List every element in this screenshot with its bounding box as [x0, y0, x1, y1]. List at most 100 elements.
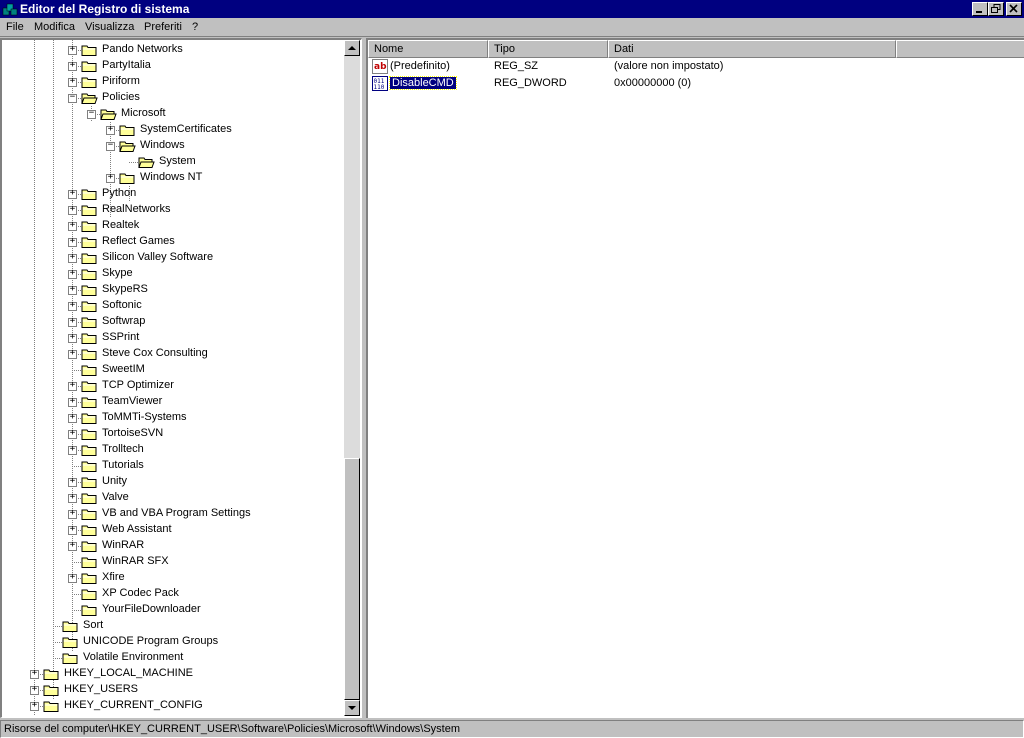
list-item[interactable]: ab (Predefinito) REG_SZ (valore non impo…: [368, 59, 1024, 75]
expand-icon[interactable]: +: [68, 220, 77, 231]
folder-icon: [81, 365, 97, 376]
folder-icon: [119, 125, 135, 136]
tree-item-label: Piriform: [102, 75, 140, 87]
value-data: (valore non impostato): [614, 60, 724, 72]
folder-icon: [138, 157, 155, 168]
column-header-dati[interactable]: Dati: [608, 40, 896, 58]
expand-icon[interactable]: +: [106, 172, 115, 183]
folder-icon: [81, 509, 97, 520]
expand-icon[interactable]: +: [68, 572, 77, 583]
title-bar[interactable]: Editor del Registro di sistema: [0, 0, 1024, 18]
expand-icon[interactable]: +: [68, 492, 77, 503]
tree-item-label: Volatile Environment: [83, 651, 184, 663]
tree-item-label: Windows: [140, 139, 185, 151]
folder-open-icon: [100, 109, 117, 120]
svg-text:110: 110: [374, 84, 385, 91]
tree-item-label: Realtek: [102, 219, 140, 231]
folder-icon: [81, 349, 97, 360]
tree-item-label: Xfire: [102, 571, 125, 583]
expand-icon[interactable]: +: [68, 428, 77, 439]
expand-icon[interactable]: +: [68, 60, 77, 71]
arrow-down-icon: [348, 706, 356, 710]
expand-icon[interactable]: +: [68, 188, 77, 199]
tree-item-label: ToMMTi-Systems: [102, 411, 187, 423]
expand-icon[interactable]: +: [68, 204, 77, 215]
tree-item-label: Tutorials: [102, 459, 144, 471]
tree-item-label: RealNetworks: [102, 203, 171, 215]
value-name: DisableCMD: [389, 76, 457, 90]
expand-icon[interactable]: +: [68, 380, 77, 391]
menu-visualizza[interactable]: Visualizza: [85, 21, 134, 33]
value-data: 0x00000000 (0): [614, 77, 692, 89]
expand-icon[interactable]: +: [30, 700, 39, 711]
status-bar: Risorse del computer\HKEY_CURRENT_USER\S…: [0, 719, 1024, 738]
expand-icon[interactable]: +: [30, 668, 39, 679]
expand-icon[interactable]: +: [68, 44, 77, 55]
folder-icon: [81, 573, 97, 584]
folder-icon: [81, 301, 97, 312]
close-icon: [1009, 4, 1018, 13]
expand-icon[interactable]: +: [68, 524, 77, 535]
string-value-icon: ab: [372, 59, 388, 74]
value-list[interactable]: Nome Tipo Dati ab (Predefinito) REG_SZ (…: [366, 38, 1024, 718]
close-button[interactable]: [1006, 2, 1022, 16]
folder-icon: [81, 397, 97, 408]
folder-icon: [81, 589, 97, 600]
folder-icon: [43, 669, 59, 680]
tree-item-label: WinRAR SFX: [102, 555, 169, 567]
collapse-icon[interactable]: −: [68, 92, 77, 103]
tree-item-label: SkypeRS: [102, 283, 148, 295]
expand-icon[interactable]: +: [68, 476, 77, 487]
restore-button[interactable]: [988, 2, 1004, 16]
menu-file[interactable]: File: [6, 21, 24, 33]
restore-icon: [991, 4, 1001, 13]
column-label: Tipo: [494, 43, 515, 55]
folder-icon: [81, 557, 97, 568]
expand-icon[interactable]: +: [68, 348, 77, 359]
key-tree[interactable]: + Pando Networks + PartyItalia + Piriform − Pol…: [0, 38, 362, 718]
column-header-tipo[interactable]: Tipo: [488, 40, 608, 58]
folder-icon: [81, 541, 97, 552]
folder-icon: [81, 493, 97, 504]
collapse-icon[interactable]: −: [87, 108, 96, 119]
value-name: (Predefinito): [390, 60, 450, 72]
folder-icon: [81, 189, 97, 200]
expand-icon[interactable]: +: [68, 268, 77, 279]
expand-icon[interactable]: +: [68, 76, 77, 87]
folder-icon: [81, 237, 97, 248]
tree-item-label: Sort: [83, 619, 104, 631]
expand-icon[interactable]: +: [68, 316, 77, 327]
folder-icon: [81, 45, 97, 56]
scroll-up-button[interactable]: [344, 40, 360, 56]
expand-icon[interactable]: +: [68, 252, 77, 263]
list-item-selected[interactable]: 011 110 DisableCMD REG_DWORD 0x00000000 …: [368, 76, 1024, 92]
tree-item-label: Pando Networks: [102, 43, 183, 55]
tree-item-label: Microsoft: [121, 107, 166, 119]
scroll-down-button[interactable]: [344, 700, 360, 716]
tree-scrollbar[interactable]: [344, 40, 360, 716]
expand-icon[interactable]: +: [106, 124, 115, 135]
value-type: REG_SZ: [494, 60, 539, 72]
menu-modifica[interactable]: Modifica: [34, 21, 75, 33]
scroll-thumb[interactable]: [344, 458, 360, 700]
expand-icon[interactable]: +: [68, 444, 77, 455]
tree-item-label: Windows NT: [140, 171, 203, 183]
expand-icon[interactable]: +: [68, 412, 77, 423]
collapse-icon[interactable]: −: [106, 140, 115, 151]
expand-icon[interactable]: +: [68, 332, 77, 343]
expand-icon[interactable]: +: [68, 540, 77, 551]
minimize-button[interactable]: [972, 2, 988, 16]
menu-preferiti[interactable]: Preferiti: [144, 21, 182, 33]
column-header-nome[interactable]: Nome: [368, 40, 488, 58]
expand-icon[interactable]: +: [68, 508, 77, 519]
expand-icon[interactable]: +: [30, 684, 39, 695]
regedit-icon: [2, 3, 18, 16]
folder-icon: [43, 701, 59, 712]
expand-icon[interactable]: +: [68, 396, 77, 407]
expand-icon[interactable]: +: [68, 284, 77, 295]
expand-icon[interactable]: +: [68, 236, 77, 247]
tree-item-label: YourFileDownloader: [102, 603, 201, 615]
expand-icon[interactable]: +: [68, 300, 77, 311]
folder-icon: [81, 317, 97, 328]
menu-help[interactable]: ?: [192, 21, 198, 33]
